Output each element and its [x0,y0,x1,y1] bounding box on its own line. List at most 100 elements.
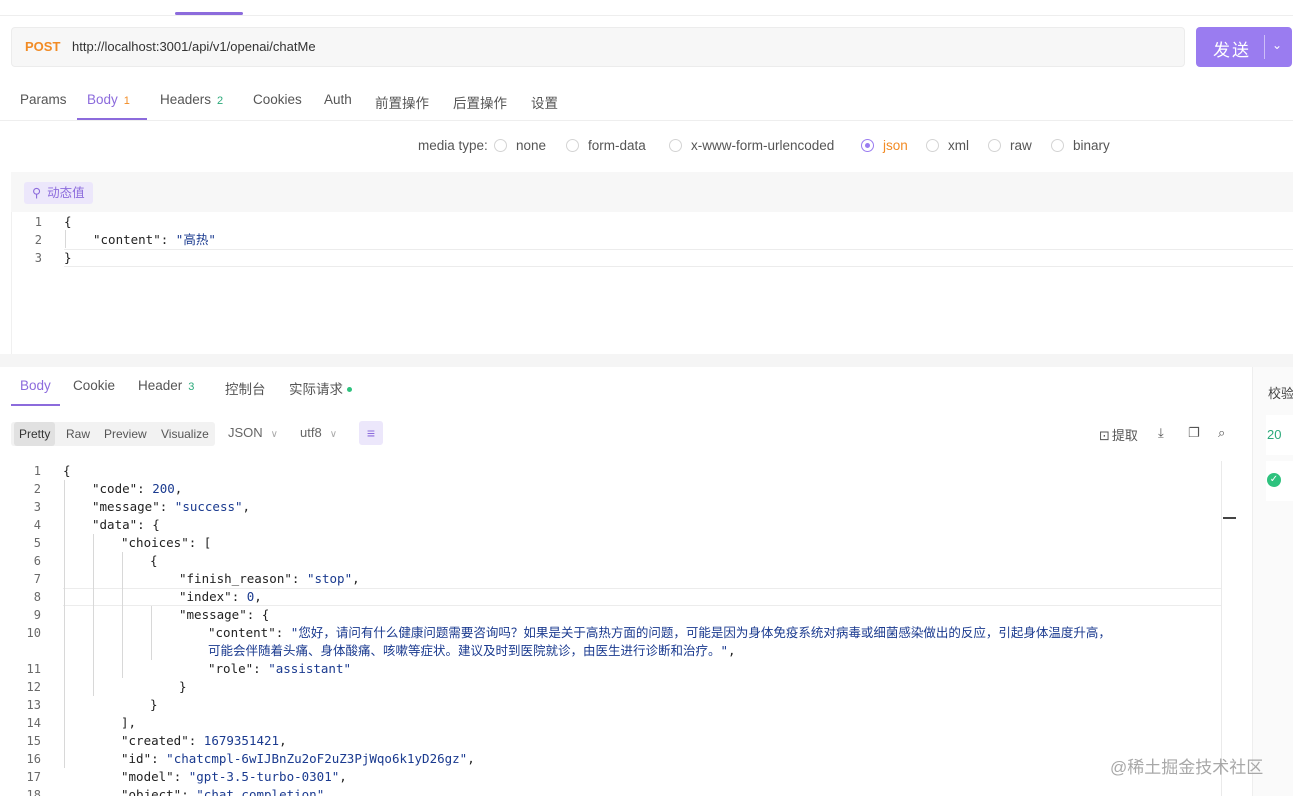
body-count-badge: 1 [123,95,130,107]
tab-cookies[interactable]: Cookies [253,92,302,107]
headers-count-badge: 2 [217,95,224,107]
view-raw-button[interactable]: Raw [66,422,90,446]
watermark: @稀土掘金技术社区 [1110,758,1264,777]
indent-guide [65,230,66,248]
panel-divider[interactable] [0,354,1293,367]
wrap-lines-icon: ≡ [366,425,376,441]
request-tabs: Params Body 1 Headers 2 Cookies Auth 前置操作 … [0,80,1293,121]
line-number: 6 [33,554,41,568]
extract-button[interactable]: ⊡ 提取 [1099,425,1138,444]
tab-body[interactable]: Body 1 [87,92,130,107]
line-number: 10 [26,626,41,640]
url-bar[interactable]: POST http://localhost:3001/api/v1/openai… [11,27,1185,67]
active-tab-indicator [175,12,243,15]
request-body-editor[interactable]: 1 { 2 "content": "高热" 3 } [11,212,1293,355]
tab-console[interactable]: 控制台 [225,378,266,398]
status-code-value: 20 [1267,427,1282,442]
radio-icon[interactable] [926,139,939,152]
media-option-none[interactable]: none [494,138,546,153]
view-mode-group: Pretty Raw Preview Visualize [11,422,215,446]
line-number: 17 [26,770,41,784]
indent-guide [151,606,152,660]
tab-response-body[interactable]: Body [20,378,51,393]
tab-response-cookie[interactable]: Cookie [73,378,115,393]
radio-icon[interactable] [566,139,579,152]
line-number: 7 [33,572,41,586]
status-dot-icon [347,387,352,392]
line-number: 12 [26,680,41,694]
send-button-label[interactable]: 发送 [1213,36,1251,61]
magic-wand-icon: ⚲ [32,186,42,200]
validation-panel: 校验 20 ✓ [1252,367,1293,796]
search-icon[interactable]: ⌕ [1218,425,1225,441]
line-number: 3 [33,500,41,514]
scrollbar-marker [1223,517,1236,519]
media-option-urlencoded[interactable]: x-www-form-urlencoded [669,138,834,153]
body-editor-toolbar: ⚲ 动态值 [11,172,1293,212]
radio-icon[interactable] [988,139,1001,152]
encoding-select[interactable]: utf8 ∨ [300,425,337,440]
line-number: 13 [26,698,41,712]
media-option-raw[interactable]: raw [988,138,1032,153]
radio-icon[interactable] [1051,139,1064,152]
word-wrap-button[interactable]: ≡ [359,421,383,445]
line-number: 18 [26,788,41,796]
send-button[interactable]: 发送 ⌄ [1196,27,1292,67]
view-pretty-button[interactable]: Pretty [14,422,56,446]
current-line-highlight [64,249,1293,267]
line-number: 1 [33,464,41,478]
tab-pre-actions[interactable]: 前置操作 [375,92,429,112]
radio-selected-icon[interactable] [861,139,874,152]
top-tab-strip [0,0,1293,16]
media-option-binary[interactable]: binary [1051,138,1110,153]
line-number: 2 [33,482,41,496]
view-preview-button[interactable]: Preview [104,422,147,446]
tab-post-actions[interactable]: 后置操作 [453,92,507,112]
chevron-down-icon: ∨ [270,429,278,440]
check-circle-icon: ✓ [1267,473,1281,487]
tab-response-header[interactable]: Header 3 [138,378,194,393]
copy-icon[interactable]: ❐ [1188,425,1200,441]
download-icon[interactable]: ⤓ [1158,425,1164,441]
response-tabs: Body Cookie Header 3 控制台 实际请求 [0,367,1250,407]
media-type-label: media type: [418,138,488,153]
media-option-json[interactable]: json [861,138,908,153]
line-number: 15 [26,734,41,748]
line-number: 16 [26,752,41,766]
line-number: 11 [26,662,41,676]
tab-body-underline [77,118,147,120]
chevron-down-icon[interactable]: ⌄ [1272,38,1282,52]
chevron-down-icon: ∨ [329,429,338,440]
line-number: 1 [34,215,42,229]
tab-params[interactable]: Params [20,92,67,107]
dynamic-value-button[interactable]: ⚲ 动态值 [24,182,93,204]
indent-guide [122,552,123,678]
tab-actual-request[interactable]: 实际请求 [289,378,352,398]
header-count-badge: 3 [188,381,195,393]
line-number: 5 [33,536,41,550]
tab-headers[interactable]: Headers 2 [160,92,223,107]
line-number: 14 [26,716,41,730]
format-select[interactable]: JSON ∨ [228,425,278,440]
url-input[interactable]: http://localhost:3001/api/v1/openai/chat… [72,39,316,54]
line-number: 8 [33,590,41,604]
tab-settings[interactable]: 设置 [531,92,558,112]
media-option-form-data[interactable]: form-data [566,138,646,153]
indent-guide [93,534,94,696]
view-visualize-button[interactable]: Visualize [161,422,209,446]
send-button-divider [1264,35,1265,59]
extract-icon: ⊡ [1099,428,1110,443]
tab-auth[interactable]: Auth [324,92,352,107]
http-method[interactable]: POST [25,39,60,54]
response-scrollbar[interactable] [1221,461,1237,796]
line-number: 4 [33,518,41,532]
indent-guide [64,480,65,768]
radio-icon[interactable] [669,139,682,152]
radio-icon[interactable] [494,139,507,152]
validation-title: 校验 [1268,386,1293,401]
response-body-viewer[interactable]: 1{2 "code": 200, 3 "message": "success", 4 "d… [11,461,1237,796]
media-option-xml[interactable]: xml [926,138,969,153]
line-number: 9 [33,608,41,622]
tab-response-body-underline [11,404,60,406]
line-number: 3 [34,251,42,265]
